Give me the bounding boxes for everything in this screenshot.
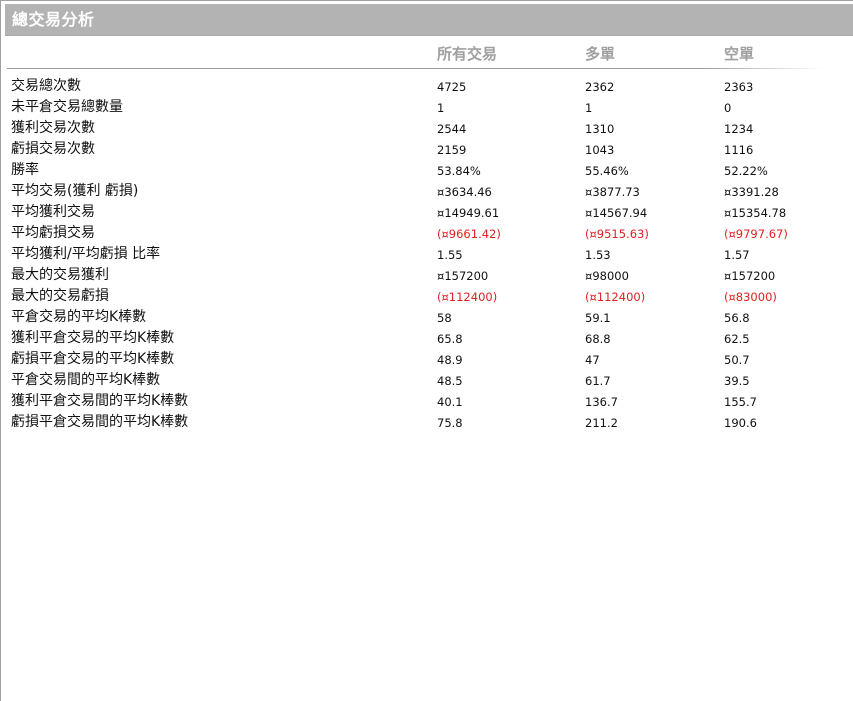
all-trades-value: 4725 (437, 80, 467, 94)
all-trades-value: 75.8 (437, 416, 463, 430)
panel-title: 總交易分析 (12, 10, 95, 29)
short-value: ¤157200 (724, 269, 776, 283)
long-value: 61.7 (585, 374, 611, 388)
row-label: 最大的交易虧損 (11, 288, 109, 304)
long-value: ¤3877.73 (585, 185, 640, 199)
table-row: 平均獲利交易 ¤14949.61 ¤14567.94 ¤15354.78 (1, 202, 853, 223)
table-row: 未平倉交易總數量 1 1 0 (1, 97, 853, 118)
row-label: 獲利平倉交易的平均K棒數 (11, 330, 175, 346)
all-trades-value: ¤157200 (437, 269, 489, 283)
row-label: 虧損平倉交易的平均K棒數 (11, 351, 175, 367)
table-row: 虧損平倉交易間的平均K棒數 75.8 211.2 190.6 (1, 412, 853, 433)
short-value: 50.7 (724, 353, 750, 367)
all-trades-value: ¤3634.46 (437, 185, 492, 199)
table-row: 平倉交易的平均K棒數 58 59.1 56.8 (1, 307, 853, 328)
short-value: 62.5 (724, 332, 750, 346)
short-value: 1.57 (724, 248, 750, 262)
table-row: 平均交易(獲利 虧損) ¤3634.46 ¤3877.73 ¤3391.28 (1, 181, 853, 202)
row-label: 獲利交易次數 (11, 120, 95, 136)
table-row: 勝率 53.84% 55.46% 52.22% (1, 160, 853, 181)
table-row: 平均虧損交易 (¤9661.42) (¤9515.63) (¤9797.67) (1, 223, 853, 244)
short-value: 1234 (724, 122, 754, 136)
long-value: 59.1 (585, 311, 611, 325)
long-value: ¤98000 (585, 269, 629, 283)
all-trades-value: 40.1 (437, 395, 463, 409)
report-window: 總交易分析 所有交易 多單 空單 交易總次數 4725 2362 2363 未平倉交易總… (0, 0, 853, 701)
table-row: 獲利平倉交易的平均K棒數 65.8 68.8 62.5 (1, 328, 853, 349)
long-value: 68.8 (585, 332, 611, 346)
long-value: 55.46% (585, 164, 629, 178)
all-trades-value: (¤9661.42) (437, 227, 501, 241)
table-row: 獲利平倉交易間的平均K棒數 40.1 136.7 155.7 (1, 391, 853, 412)
all-trades-value: (¤112400) (437, 290, 498, 304)
table-row: 獲利交易次數 2544 1310 1234 (1, 118, 853, 139)
short-value: 1116 (724, 143, 754, 157)
long-value: 1310 (585, 122, 615, 136)
all-trades-value: 53.84% (437, 164, 481, 178)
short-value: 52.22% (724, 164, 768, 178)
table-row: 交易總次數 4725 2362 2363 (1, 76, 853, 97)
short-value: ¤3391.28 (724, 185, 779, 199)
header-divider (7, 68, 823, 69)
short-value: 2363 (724, 80, 754, 94)
column-header-long: 多單 (585, 45, 616, 63)
short-value: 39.5 (724, 374, 750, 388)
all-trades-value: 48.9 (437, 353, 463, 367)
statistics-table: 交易總次數 4725 2362 2363 未平倉交易總數量 1 1 0 獲利交易次數 2544 13… (1, 76, 853, 433)
row-label: 獲利平倉交易間的平均K棒數 (11, 393, 189, 409)
column-header-all-trades: 所有交易 (437, 45, 498, 63)
table-row: 平均獲利/平均虧損 比率 1.55 1.53 1.57 (1, 244, 853, 265)
table-row: 虧損交易次數 2159 1043 1116 (1, 139, 853, 160)
table-row: 最大的交易虧損 (¤112400) (¤112400) (¤83000) (1, 286, 853, 307)
long-value: 1043 (585, 143, 615, 157)
all-trades-value: 65.8 (437, 332, 463, 346)
row-label: 勝率 (11, 162, 39, 178)
row-label: 平均虧損交易 (11, 225, 95, 241)
table-row: 最大的交易獲利 ¤157200 ¤98000 ¤157200 (1, 265, 853, 286)
row-label: 平倉交易間的平均K棒數 (11, 372, 161, 388)
all-trades-value: 1 (437, 101, 445, 115)
all-trades-value: 2544 (437, 122, 467, 136)
panel-title-bar: 總交易分析 (5, 4, 853, 36)
long-value: (¤112400) (585, 290, 646, 304)
long-value: 211.2 (585, 416, 618, 430)
row-label: 交易總次數 (11, 78, 81, 94)
long-value: 1 (585, 101, 593, 115)
table-row: 虧損平倉交易的平均K棒數 48.9 47 50.7 (1, 349, 853, 370)
short-value: (¤9797.67) (724, 227, 788, 241)
long-value: ¤14567.94 (585, 206, 648, 220)
column-header-short: 空單 (724, 45, 755, 63)
long-value: 2362 (585, 80, 615, 94)
long-value: 1.53 (585, 248, 611, 262)
short-value: 56.8 (724, 311, 750, 325)
long-value: 47 (585, 353, 600, 367)
short-value: ¤15354.78 (724, 206, 787, 220)
row-label: 虧損平倉交易間的平均K棒數 (11, 414, 189, 430)
short-value: 190.6 (724, 416, 757, 430)
short-value: 0 (724, 101, 732, 115)
row-label: 未平倉交易總數量 (11, 99, 123, 115)
row-label: 虧損交易次數 (11, 141, 95, 157)
all-trades-value: 48.5 (437, 374, 463, 388)
row-label: 平均獲利/平均虧損 比率 (11, 246, 161, 262)
long-value: 136.7 (585, 395, 618, 409)
all-trades-value: 2159 (437, 143, 467, 157)
row-label: 平均交易(獲利 虧損) (11, 183, 139, 199)
all-trades-value: ¤14949.61 (437, 206, 500, 220)
all-trades-value: 1.55 (437, 248, 463, 262)
row-label: 平倉交易的平均K棒數 (11, 309, 147, 325)
short-value: (¤83000) (724, 290, 777, 304)
row-label: 平均獲利交易 (11, 204, 95, 220)
row-label: 最大的交易獲利 (11, 267, 109, 283)
table-row: 平倉交易間的平均K棒數 48.5 61.7 39.5 (1, 370, 853, 391)
long-value: (¤9515.63) (585, 227, 649, 241)
all-trades-value: 58 (437, 311, 452, 325)
short-value: 155.7 (724, 395, 757, 409)
